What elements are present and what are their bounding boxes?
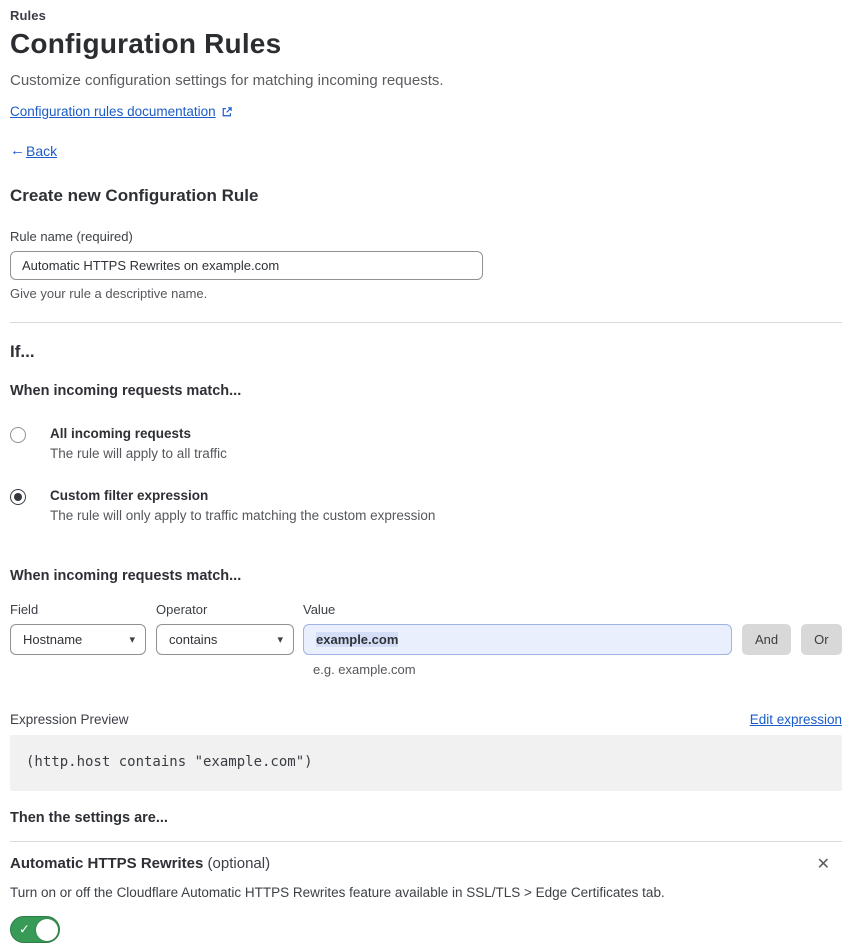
operator-select-value: contains	[169, 632, 218, 647]
radio-custom-filter-description: The rule will only apply to traffic matc…	[50, 508, 436, 523]
edit-expression-link[interactable]: Edit expression	[750, 712, 842, 727]
radio-option-custom-filter[interactable]: Custom filter expression The rule will o…	[10, 488, 842, 523]
setting-title-text: Automatic HTTPS Rewrites	[10, 855, 204, 872]
divider	[10, 322, 842, 323]
operator-select[interactable]: contains ▾	[156, 624, 294, 655]
rule-name-help: Give your rule a descriptive name.	[10, 286, 208, 301]
page-title: Configuration Rules	[10, 28, 282, 59]
value-input[interactable]: example.com	[303, 624, 732, 655]
and-button[interactable]: And	[742, 624, 792, 655]
automatic-https-rewrites-toggle[interactable]: ✓	[10, 916, 60, 943]
close-icon[interactable]: ✕	[811, 855, 836, 875]
radio-option-all-requests[interactable]: All incoming requests The rule will appl…	[10, 426, 842, 461]
breadcrumb: Rules	[10, 8, 46, 23]
builder-heading: When incoming requests match...	[10, 568, 242, 584]
check-icon: ✓	[19, 921, 30, 937]
value-label: Value	[303, 602, 336, 617]
rule-name-label: Rule name (required)	[10, 229, 133, 244]
back-arrow-icon: ←	[10, 142, 25, 159]
configuration-rules-page: Rules Configuration Rules Customize conf…	[0, 0, 852, 948]
radio-custom-filter[interactable]	[10, 489, 26, 505]
divider	[10, 841, 842, 842]
value-help: e.g. example.com	[313, 662, 416, 677]
expression-preview-label: Expression Preview	[10, 712, 129, 727]
field-select[interactable]: Hostname ▾	[10, 624, 146, 655]
create-rule-heading: Create new Configuration Rule	[10, 186, 259, 205]
field-select-value: Hostname	[23, 632, 83, 647]
or-button[interactable]: Or	[801, 624, 842, 655]
match-heading: When incoming requests match...	[10, 383, 242, 399]
external-link-icon	[221, 106, 233, 118]
radio-custom-filter-label: Custom filter expression	[50, 488, 209, 503]
rule-name-input[interactable]	[10, 251, 483, 280]
page-subtitle: Customize configuration settings for mat…	[10, 72, 444, 89]
documentation-link[interactable]: Configuration rules documentation	[10, 104, 216, 119]
if-heading: If...	[10, 342, 35, 361]
setting-card-description: Turn on or off the Cloudflare Automatic …	[10, 885, 665, 900]
chevron-down-icon: ▾	[277, 634, 283, 646]
radio-all-requests-description: The rule will apply to all traffic	[50, 446, 227, 461]
expression-preview-code: (http.host contains "example.com")	[10, 735, 842, 791]
toggle-knob	[36, 918, 58, 941]
then-settings-heading: Then the settings are...	[10, 810, 168, 826]
chevron-down-icon: ▾	[129, 634, 135, 646]
field-label: Field	[10, 602, 39, 617]
setting-optional-text: (optional)	[207, 855, 271, 872]
back-link[interactable]: ← Back	[10, 142, 842, 159]
radio-all-requests[interactable]	[10, 427, 26, 443]
radio-all-requests-label: All incoming requests	[50, 426, 192, 441]
setting-card-title: Automatic HTTPS Rewrites (optional)	[10, 855, 270, 872]
value-input-text: example.com	[316, 632, 399, 647]
back-link-label[interactable]: Back	[26, 143, 57, 159]
operator-label: Operator	[156, 602, 208, 617]
